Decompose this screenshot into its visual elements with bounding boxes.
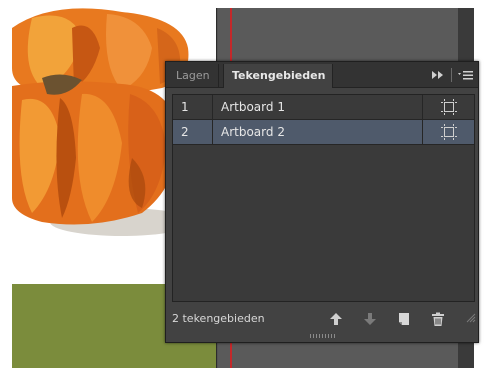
artboard-list: 1 Artboard 1 2 Artboard 2 <box>172 94 475 302</box>
artboard-number: 1 <box>173 95 213 119</box>
delete-icon[interactable] <box>430 311 446 327</box>
tab-tekengebieden[interactable]: Tekengebieden <box>223 64 333 88</box>
artboard-name[interactable]: Artboard 1 <box>215 95 285 119</box>
artboard-options-button[interactable] <box>422 120 474 144</box>
artboard-number: 2 <box>173 120 213 144</box>
panel-tab-bar: Lagen Tekengebieden <box>166 62 478 88</box>
artboard-options-button[interactable] <box>422 95 474 119</box>
artboard-options-icon <box>441 99 457 115</box>
panel-menu-icon[interactable] <box>458 67 473 83</box>
panel-controls <box>431 67 473 83</box>
new-artboard-icon[interactable] <box>396 311 412 327</box>
artboard-row[interactable]: 1 Artboard 1 <box>173 95 474 120</box>
artboards-panel: Lagen Tekengebieden 1 Artboard 1 2 Artbo… <box>165 61 479 343</box>
artboard-name[interactable]: Artboard 2 <box>215 120 285 144</box>
move-down-icon[interactable] <box>362 311 378 327</box>
collapse-double-arrow-icon[interactable] <box>431 67 445 83</box>
panel-collapse-grip[interactable] <box>310 334 336 338</box>
controls-divider <box>451 68 452 82</box>
artboard-options-icon <box>441 124 457 140</box>
resize-grip-icon[interactable] <box>466 308 476 323</box>
artboard-count: 2 tekengebieden <box>172 312 265 325</box>
move-up-icon[interactable] <box>328 311 344 327</box>
tab-lagen[interactable]: Lagen <box>168 64 219 88</box>
artboard-row[interactable]: 2 Artboard 2 <box>173 120 474 145</box>
panel-footer: 2 tekengebieden <box>166 306 478 332</box>
